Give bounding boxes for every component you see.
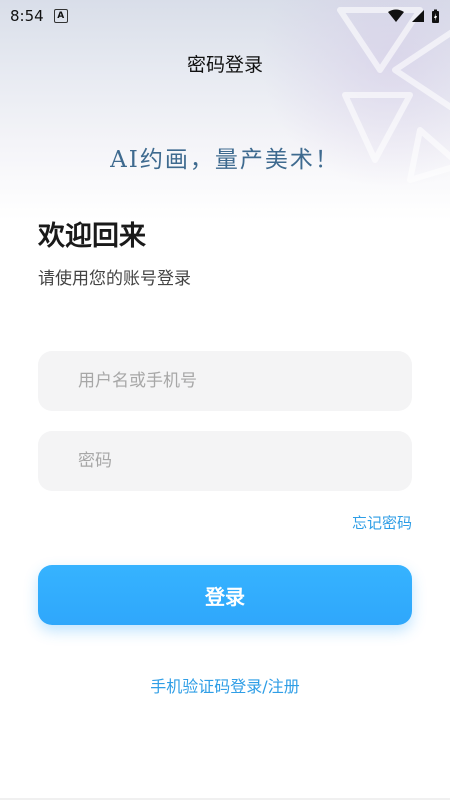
status-time: 8:54 (10, 7, 44, 25)
battery-icon (432, 9, 439, 23)
app-a-icon: A (53, 9, 68, 23)
status-right (387, 9, 440, 24)
sms-login-register-link[interactable]: 手机验证码登录/注册 (0, 673, 450, 697)
slogan-banner: AI约画，量产美术！ (110, 147, 340, 173)
welcome-heading: 欢迎回来 (38, 221, 146, 252)
wifi-icon (388, 9, 404, 22)
welcome-subtitle: 请使用您的账号登录 (38, 269, 191, 289)
header-background (0, 0, 450, 220)
status-left: 8:54 A (10, 7, 68, 25)
page-title: 密码登录 (186, 54, 263, 76)
login-button[interactable]: 登录 (38, 565, 412, 625)
status-bar: 8:54 A (0, 0, 450, 32)
signal-icon (412, 10, 424, 22)
username-input[interactable] (38, 351, 412, 411)
password-input[interactable] (38, 431, 412, 491)
forgot-password-link[interactable]: 忘记密码 (352, 512, 412, 533)
